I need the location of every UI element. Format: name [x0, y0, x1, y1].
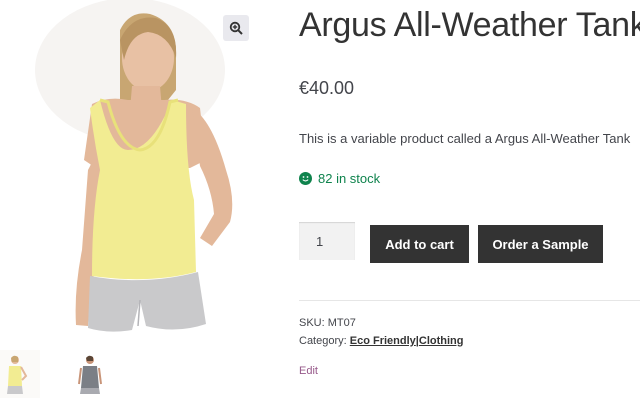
- product-description: This is a variable product called a Argu…: [299, 131, 631, 146]
- magnifier-plus-icon: [229, 21, 243, 35]
- product-main-image[interactable]: [0, 0, 272, 345]
- sku-label: SKU:: [299, 317, 325, 329]
- category-link-eco-friendly[interactable]: Eco Friendly: [350, 335, 416, 347]
- stock-text: 82 in stock: [318, 171, 381, 186]
- product-gallery: [0, 0, 272, 402]
- thumbnail-yellow-tank[interactable]: [0, 350, 40, 398]
- thumbnail-gray-tank[interactable]: [70, 350, 110, 398]
- category-label: Category:: [299, 335, 347, 347]
- stock-status: 82 in stock: [299, 171, 380, 186]
- smiley-icon: [299, 172, 312, 185]
- divider: [299, 300, 640, 301]
- edit-link[interactable]: Edit: [299, 365, 318, 377]
- sku-value: MT07: [327, 317, 356, 329]
- quantity-input[interactable]: [299, 222, 355, 260]
- model-illustration: [35, 0, 233, 332]
- order-sample-button[interactable]: Order a Sample: [478, 225, 603, 263]
- product-categories: Category: Eco Friendly|Clothing: [299, 335, 463, 347]
- product-title: Argus All-Weather Tank: [299, 6, 640, 44]
- product-sku: SKU: MT07: [299, 317, 356, 329]
- product-price: €40.00: [299, 78, 355, 98]
- category-link-clothing[interactable]: Clothing: [419, 335, 464, 347]
- thumbnail-image: [0, 350, 40, 398]
- product-summary: Argus All-Weather Tank €40.00 This is a …: [299, 0, 640, 402]
- add-to-cart-button[interactable]: Add to cart: [370, 225, 469, 263]
- zoom-button[interactable]: [223, 15, 249, 41]
- thumbnail-image: [70, 350, 110, 398]
